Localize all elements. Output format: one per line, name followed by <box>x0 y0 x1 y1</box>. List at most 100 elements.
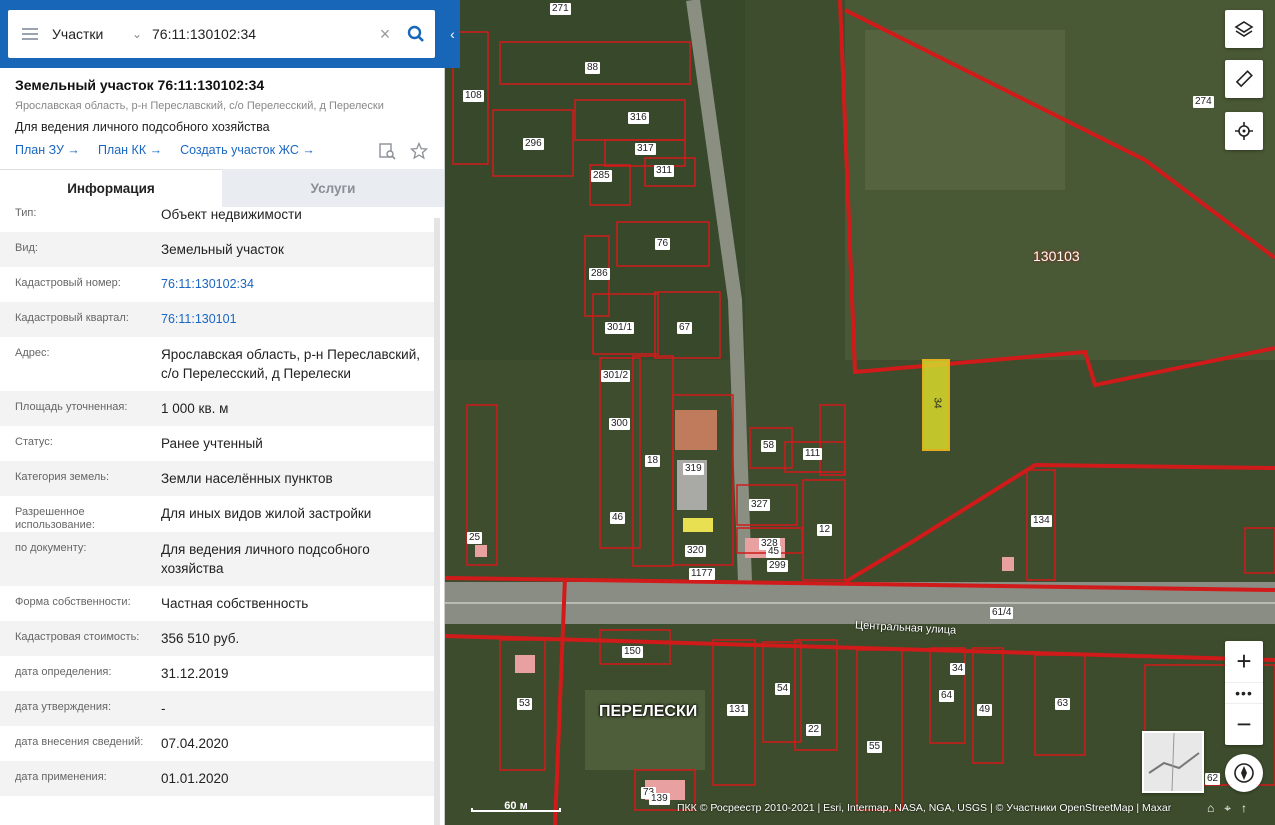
parcel-number-label[interactable]: 320 <box>685 545 706 557</box>
info-panel: Земельный участок 76:11:130102:34 Яросла… <box>0 68 445 825</box>
object-address: Ярославская область, р-н Переславский, с… <box>15 100 384 112</box>
parcel-number-label[interactable]: 300 <box>609 418 630 430</box>
more-button[interactable]: ••• <box>1225 682 1263 704</box>
menu-icon[interactable] <box>8 28 52 40</box>
parcel-number-label[interactable]: 296 <box>523 138 544 150</box>
parcel-number-label[interactable]: 311 <box>654 165 674 177</box>
parcel-number-label[interactable]: 319 <box>683 463 704 475</box>
category-select[interactable]: Участки ⌄ <box>52 26 152 42</box>
parcel-number-label[interactable]: 67 <box>677 322 693 334</box>
parcel-number-label[interactable]: 61/4 <box>990 607 1014 619</box>
info-value: Частная собственность <box>161 596 309 611</box>
info-label: Статус: <box>15 436 53 448</box>
tab-info[interactable]: Информация <box>0 169 222 207</box>
layers-icon <box>1234 21 1254 37</box>
object-actions <box>378 142 428 160</box>
info-label: Адрес: <box>15 347 50 359</box>
locate-button[interactable] <box>1225 112 1263 150</box>
parcel-number-label[interactable]: 12 <box>817 524 833 536</box>
info-value: Ранее учтенный <box>161 436 263 451</box>
info-value: 356 510 руб. <box>161 631 240 646</box>
info-label: Тип: <box>15 207 37 219</box>
parcel-number-label[interactable]: 34 <box>950 663 966 675</box>
create-parcel-link[interactable]: Создать участок ЖС → <box>180 143 315 157</box>
parcel-number-label[interactable]: 274 <box>1193 96 1214 108</box>
info-value: - <box>161 701 166 716</box>
zoom-in-button[interactable]: + <box>1225 641 1263 682</box>
zoom-controls: + ••• − <box>1225 641 1263 745</box>
zoom-out-button[interactable]: − <box>1225 704 1263 745</box>
parcel-number-label[interactable]: 76 <box>655 238 671 250</box>
parcel-number-label[interactable]: 271 <box>550 3 571 15</box>
parcel-number-label[interactable]: 327 <box>749 499 770 511</box>
object-use: Для ведения личного подсобного хозяйства <box>15 120 270 134</box>
ruler-button[interactable] <box>1225 60 1263 98</box>
scale-bar: 60 м <box>471 800 561 812</box>
info-row-by-document: по документу: Для ведения личного подсоб… <box>0 532 434 586</box>
parcel-number-label[interactable]: 131 <box>727 704 748 716</box>
parcel-number-label[interactable]: 139 <box>649 793 670 805</box>
parcel-number-label[interactable]: 18 <box>645 455 661 467</box>
parcel-number-label[interactable]: 285 <box>591 170 612 182</box>
layers-button[interactable] <box>1225 10 1263 48</box>
cadastral-quarter-link[interactable]: 76:11:130101 <box>161 302 424 337</box>
crosshair-small-icon[interactable]: ⌖ <box>1224 801 1231 816</box>
parcel-number-label[interactable]: 25 <box>467 532 483 544</box>
compass-button[interactable] <box>1225 754 1263 792</box>
panel-scrollbar[interactable] <box>434 218 440 825</box>
collapse-panel-button[interactable]: ‹ <box>445 14 460 54</box>
tab-services[interactable]: Услуги <box>222 169 444 207</box>
info-label: Кадастровый номер: <box>15 277 121 289</box>
parcel-number-label[interactable]: 299 <box>767 560 788 572</box>
parcel-number-label[interactable]: 34 <box>931 395 943 410</box>
info-label: дата определения: <box>15 666 112 678</box>
info-label: Площадь уточненная: <box>15 401 128 413</box>
parcel-number-label[interactable]: 45 <box>766 546 782 558</box>
parcel-number-label[interactable]: 46 <box>610 512 626 524</box>
search-document-icon[interactable] <box>378 142 396 160</box>
parcel-number-label[interactable]: 53 <box>517 698 533 710</box>
info-row-address: Адрес: Ярославская область, р-н Переслав… <box>0 337 434 391</box>
info-value: Земли населённых пунктов <box>161 471 333 486</box>
search-input[interactable] <box>152 26 373 42</box>
parcel-number-label[interactable]: 150 <box>622 646 643 658</box>
parcel-number-label[interactable]: 62 <box>1205 773 1221 785</box>
north-icon[interactable]: ↑ <box>1241 801 1247 816</box>
info-row-cadastral-number: Кадастровый номер: 76:11:130102:34 <box>0 267 434 302</box>
star-icon[interactable] <box>410 142 428 160</box>
plan-zu-link[interactable]: План ЗУ → <box>15 143 80 157</box>
parcel-number-label[interactable]: 54 <box>775 683 791 695</box>
parcel-number-label[interactable]: 1177 <box>689 568 715 580</box>
parcel-number-label[interactable]: 58 <box>761 440 777 452</box>
parcel-number-label[interactable]: 108 <box>463 90 484 102</box>
info-row-cadastral-quarter: Кадастровый квартал: 76:11:130101 <box>0 302 434 337</box>
parcel-number-label[interactable]: 111 <box>803 448 823 460</box>
parcel-number-label[interactable]: 55 <box>867 741 883 753</box>
info-list: Тип: Объект недвижимости Вид: Земельный … <box>0 207 434 825</box>
parcel-number-label[interactable]: 22 <box>806 724 822 736</box>
parcel-number-label[interactable]: 63 <box>1055 698 1071 710</box>
crosshair-icon <box>1235 122 1253 140</box>
plan-kk-link[interactable]: План КК → <box>98 143 162 157</box>
parcel-number-label[interactable]: 49 <box>977 704 993 716</box>
village-label: ПЕРЕЛЕСКИ <box>599 703 698 720</box>
info-row-determination-date: дата определения: 31.12.2019 <box>0 656 434 691</box>
clear-icon[interactable]: × <box>373 24 397 45</box>
parcel-number-label[interactable]: 88 <box>585 62 601 74</box>
parcel-number-label[interactable]: 286 <box>589 268 610 280</box>
parcel-number-label[interactable]: 64 <box>939 690 955 702</box>
parcel-number-label[interactable]: 316 <box>628 112 649 124</box>
map-view[interactable]: 271 88 108 274 316 296 317 311 285 76 286 301/1 67 30… <box>445 0 1275 825</box>
search-button[interactable] <box>397 25 435 43</box>
info-label: Разрешенное использование: <box>15 506 95 531</box>
parcel-number-label[interactable]: 317 <box>635 143 656 155</box>
parcel-number-label[interactable]: 134 <box>1031 515 1052 527</box>
info-value: Земельный участок <box>161 242 284 257</box>
cadastral-number-link[interactable]: 76:11:130102:34 <box>161 267 424 302</box>
parcel-number-label[interactable]: 301/1 <box>605 322 635 334</box>
minimap[interactable] <box>1142 731 1204 793</box>
home-icon[interactable]: ⌂ <box>1207 801 1214 816</box>
info-label: дата внесения сведений: <box>15 736 144 748</box>
parcel-number-label[interactable]: 301/2 <box>601 370 631 382</box>
info-value: Для ведения личного подсобного хозяйства <box>161 542 370 576</box>
